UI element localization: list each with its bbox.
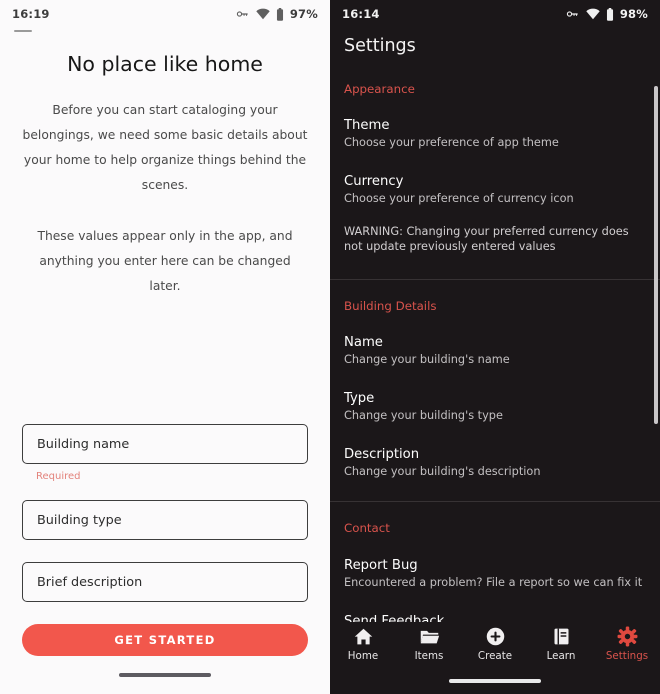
get-started-button[interactable]: GET STARTED xyxy=(22,624,308,656)
settings-item-subtitle: Change your building's type xyxy=(344,409,503,422)
settings-item-title: Theme xyxy=(344,118,390,133)
battery-percent: 98% xyxy=(619,7,648,21)
scrollbar-thumb[interactable] xyxy=(654,86,658,424)
settings-scroll-area[interactable]: Appearance Theme Choose your preference … xyxy=(330,56,660,622)
scrollbar-track[interactable] xyxy=(654,56,659,622)
settings-page-title: Settings xyxy=(344,36,416,56)
home-icon xyxy=(354,628,372,645)
building-name-placeholder: Building name xyxy=(37,436,130,452)
settings-item-title: Type xyxy=(344,391,375,406)
status-time: 16:19 xyxy=(12,7,50,21)
settings-item-subtitle: Choose your preference of app theme xyxy=(344,136,559,149)
building-type-input[interactable]: Building type xyxy=(22,500,308,540)
settings-item-type[interactable]: Type Change your building's type xyxy=(330,391,660,423)
page-title: No place like home xyxy=(67,52,263,76)
building-name-input[interactable]: Building name xyxy=(22,424,308,464)
settings-item-title: Send Feedback xyxy=(344,614,445,622)
dual-screenshot: 16:19 97% No place like home Before you … xyxy=(0,0,660,694)
settings-item-title: Report Bug xyxy=(344,558,418,573)
status-bar-left: 16:19 97% xyxy=(0,0,330,24)
nav-item-learn[interactable]: Learn xyxy=(530,626,592,662)
gesture-hint-dash xyxy=(14,30,32,32)
nav-item-home[interactable]: Home xyxy=(332,626,394,662)
settings-item-theme[interactable]: Theme Choose your preference of app them… xyxy=(330,118,660,150)
building-name-helper: Required xyxy=(36,471,81,482)
home-indicator[interactable] xyxy=(119,673,211,677)
settings-item-subtitle: Change your building's name xyxy=(344,353,510,366)
battery-icon xyxy=(606,7,613,21)
settings-item-name[interactable]: Name Change your building's name xyxy=(330,335,660,367)
status-icons-right: 98% xyxy=(565,7,648,21)
battery-percent: 97% xyxy=(289,7,318,21)
nav-label: Settings xyxy=(605,650,649,662)
vpn-key-icon xyxy=(236,11,248,17)
settings-item-report-bug[interactable]: Report Bug Encountered a problem? File a… xyxy=(330,558,660,590)
status-bar-right: 16:14 98% xyxy=(330,0,660,24)
bottom-navigation-bar: Home Items Create Learn Settings xyxy=(330,622,660,668)
building-type-placeholder: Building type xyxy=(37,512,122,528)
section-header-contact: Contact xyxy=(344,521,390,535)
settings-item-currency[interactable]: Currency Choose your preference of curre… xyxy=(330,174,660,206)
battery-icon xyxy=(276,7,283,21)
nav-item-items[interactable]: Items xyxy=(398,626,460,662)
settings-screen: 16:14 98% Settings Appearance Theme Choo… xyxy=(330,0,660,694)
section-header-appearance: Appearance xyxy=(344,82,415,96)
settings-item-subtitle: Choose your preference of currency icon xyxy=(344,192,574,205)
gear-icon xyxy=(617,626,637,647)
nav-label: Items xyxy=(414,650,444,662)
nav-label: Learn xyxy=(546,650,576,662)
intro-paragraph-2: These values appear only in the app, and… xyxy=(37,229,293,293)
section-header-building-details: Building Details xyxy=(344,299,437,313)
nav-item-create[interactable]: Create xyxy=(464,626,526,662)
home-indicator-right-wrap xyxy=(330,668,660,694)
home-indicator[interactable] xyxy=(449,679,541,683)
vpn-key-icon xyxy=(566,11,578,17)
nav-item-settings[interactable]: Settings xyxy=(596,626,658,662)
wifi-icon xyxy=(586,8,600,20)
settings-item-title: Name xyxy=(344,335,383,350)
nav-label: Home xyxy=(347,650,379,662)
status-icons-left: 97% xyxy=(235,7,318,21)
plus-circle-icon xyxy=(486,627,504,646)
status-time: 16:14 xyxy=(342,7,380,21)
settings-item-title: Currency xyxy=(344,174,404,189)
onboarding-screen: 16:19 97% No place like home Before you … xyxy=(0,0,330,694)
book-icon xyxy=(554,628,568,645)
currency-warning-text: WARNING: Changing your preferred currenc… xyxy=(344,225,629,253)
brief-description-input[interactable]: Brief description xyxy=(22,562,308,602)
folder-icon xyxy=(420,630,439,644)
onboarding-form: Building name Required Building type Bri… xyxy=(0,424,330,656)
settings-item-description[interactable]: Description Change your building's descr… xyxy=(330,447,660,479)
intro-paragraph-1: Before you can start cataloging your bel… xyxy=(22,103,308,192)
settings-item-send-feedback[interactable]: Send Feedback Have a suggestion? We'd lo… xyxy=(330,614,660,622)
nav-label: Create xyxy=(477,650,513,662)
settings-item-subtitle: Change your building's description xyxy=(344,465,541,478)
wifi-icon xyxy=(256,8,270,20)
home-indicator-left-wrap xyxy=(0,656,330,694)
settings-item-subtitle: Encountered a problem? File a report so … xyxy=(344,576,643,589)
brief-description-placeholder: Brief description xyxy=(37,574,143,590)
settings-item-title: Description xyxy=(344,447,420,462)
